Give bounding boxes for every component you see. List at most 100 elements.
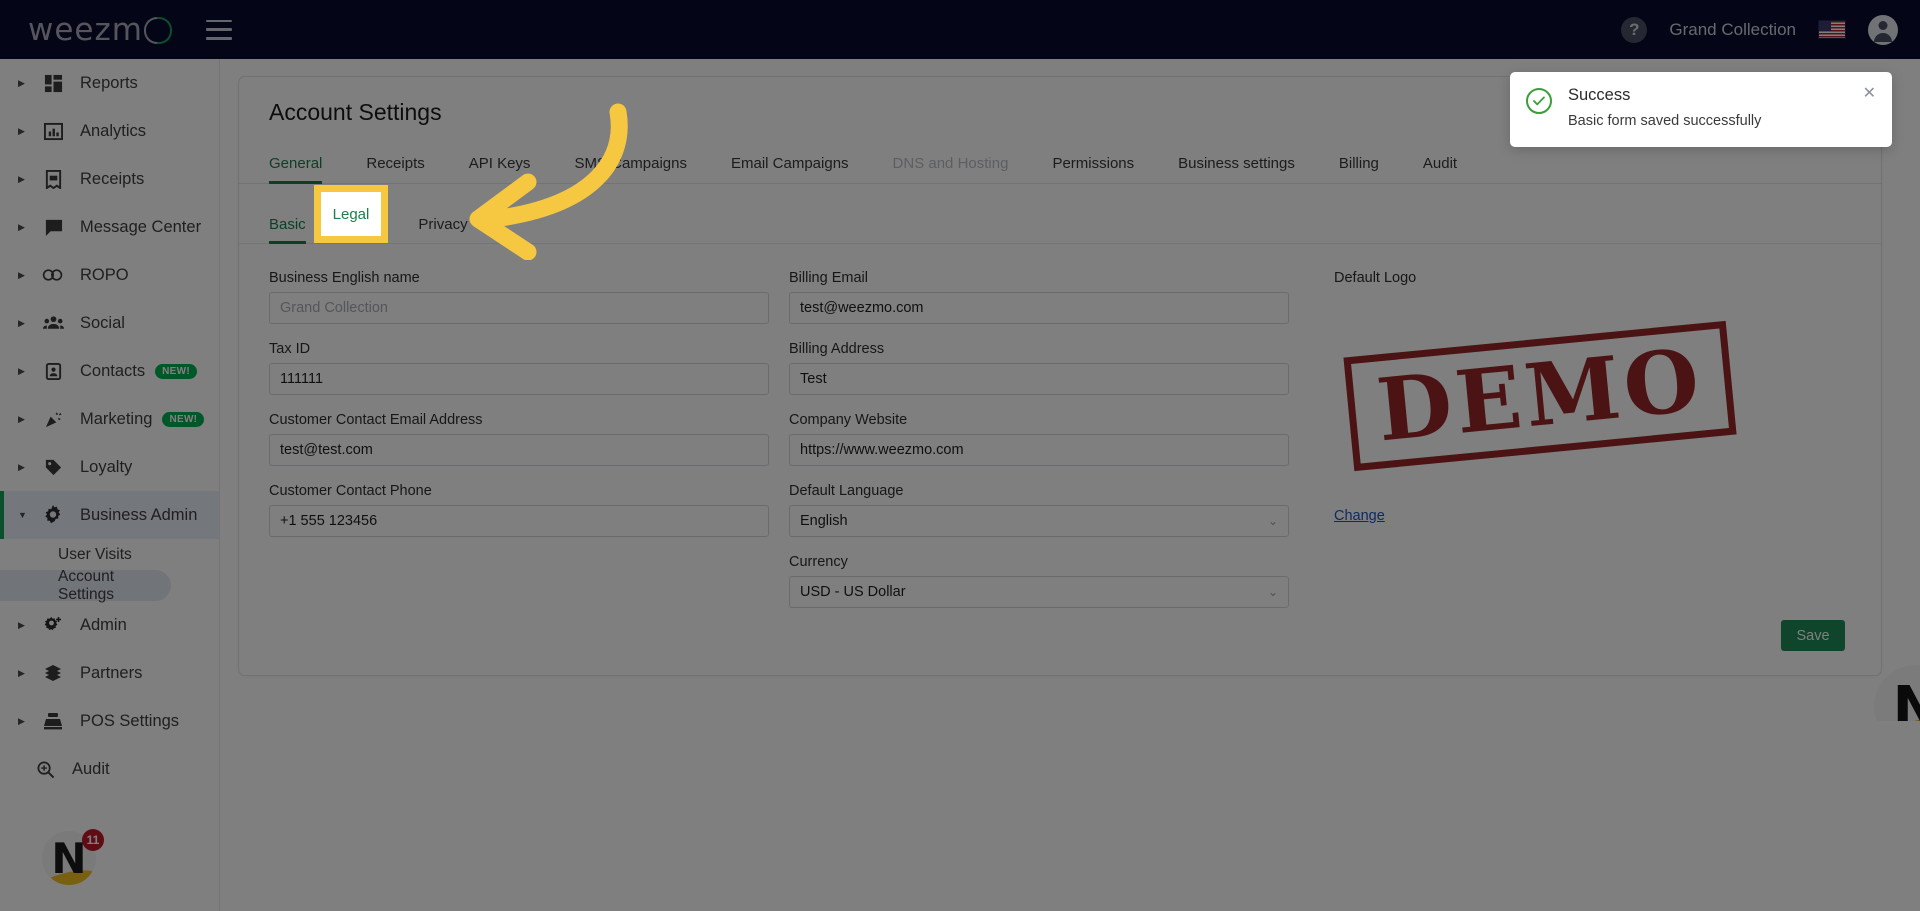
sidebar-item-message-center[interactable]: ▶ Message Center (0, 203, 219, 251)
main-content: Account Settings General Receipts API Ke… (220, 59, 1920, 911)
cash-register-icon (38, 710, 68, 732)
sidebar-item-label: Social (80, 313, 125, 332)
chevron-right-icon: ▶ (18, 173, 25, 184)
tab-email-campaigns[interactable]: Email Campaigns (731, 155, 849, 183)
help-icon[interactable]: ? (1621, 16, 1648, 43)
tab-billing[interactable]: Billing (1339, 155, 1379, 183)
chevron-down-icon: ⌄ (1267, 585, 1278, 599)
close-icon[interactable]: ✕ (1863, 86, 1876, 102)
subtab-privacy[interactable]: Privacy (418, 216, 467, 243)
chevron-right-icon: ▶ (18, 77, 25, 88)
chevron-right-icon: ▶ (18, 125, 25, 136)
sidebar-item-ropo[interactable]: ▶ ROPO (0, 251, 219, 299)
sidebar-item-contacts[interactable]: ▶ Contacts NEW! (0, 347, 219, 395)
chevron-right-icon: ▶ (18, 365, 25, 376)
sidebar-item-label: Message Center (80, 217, 202, 236)
contact-icon (38, 360, 68, 382)
new-badge: NEW! (162, 411, 205, 427)
default-logo-label: Default Logo (1334, 270, 1417, 286)
tab-sms-campaigns[interactable]: SMS Campaigns (574, 155, 687, 183)
sidebar-item-audit[interactable]: Audit (0, 745, 219, 793)
sidebar-item-label: Loyalty (80, 457, 133, 476)
sidebar-item-label: Business Admin (80, 505, 198, 524)
corner-logo-letter: N (1892, 674, 1920, 722)
sidebar-item-social[interactable]: ▶ Social (0, 299, 219, 347)
sidebar-item-label: Reports (80, 73, 138, 92)
billing-address-input[interactable] (789, 363, 1289, 395)
demo-stamp-text: DEMO (1343, 320, 1737, 472)
save-button[interactable]: Save (1781, 620, 1845, 651)
chevron-right-icon: ▶ (18, 619, 25, 630)
megaphone-icon (38, 408, 68, 430)
currency-select[interactable]: USD - US Dollar ⌄ (789, 576, 1289, 608)
field-label: Billing Address (789, 341, 885, 357)
corner-chat-widget[interactable]: N (1874, 665, 1920, 721)
tab-business-settings[interactable]: Business settings (1178, 155, 1295, 183)
general-subtabs: Basic Legal Privacy (239, 210, 1881, 244)
subtab-legal[interactable]: Legal (344, 216, 381, 243)
customer-contact-email-input[interactable] (269, 434, 769, 466)
default-language-select[interactable]: English ⌄ (789, 505, 1289, 537)
handshake-icon (38, 662, 68, 684)
billing-email-input[interactable] (789, 292, 1289, 324)
notification-widget[interactable]: N 11 (42, 829, 104, 889)
subtab-basic[interactable]: Basic (269, 216, 306, 244)
corner-widget-logo: N (1874, 665, 1920, 721)
sidebar-item-marketing[interactable]: ▶ Marketing NEW! (0, 395, 219, 443)
chevron-right-icon: ▶ (18, 317, 25, 328)
account-circle-icon[interactable] (1868, 14, 1898, 45)
sidebar-item-business-admin[interactable]: ▼ Business Admin (0, 491, 219, 539)
field-business-english-name: Business English name (269, 270, 769, 324)
change-logo-link[interactable]: Change (1334, 508, 1385, 524)
business-english-name-input[interactable] (269, 292, 769, 324)
customer-contact-phone-input[interactable] (269, 505, 769, 537)
sidebar-item-receipts[interactable]: ▶ Receipts (0, 155, 219, 203)
new-badge: NEW! (155, 363, 197, 379)
tab-receipts[interactable]: Receipts (366, 155, 424, 183)
sidebar-item-label: POS Settings (80, 711, 180, 730)
tab-api-keys[interactable]: API Keys (469, 155, 531, 183)
tab-permissions[interactable]: Permissions (1052, 155, 1134, 183)
field-billing-email: Billing Email (789, 270, 1289, 324)
hamburger-icon[interactable] (205, 19, 232, 40)
sidebar-item-loyalty[interactable]: ▶ Loyalty (0, 443, 219, 491)
sidebar-item-partners[interactable]: ▶ Partners (0, 649, 219, 697)
field-label: Customer Contact Email Address (269, 412, 483, 428)
tax-id-input[interactable] (269, 363, 769, 395)
gear-plus-icon (38, 614, 68, 636)
sidebar-item-label: Receipts (80, 169, 145, 188)
field-billing-address: Billing Address (789, 341, 1289, 395)
chevron-right-icon: ▶ (18, 269, 25, 280)
sidebar-subitem-user-visits[interactable]: User Visits (0, 539, 219, 570)
tab-dns-and-hosting: DNS and Hosting (892, 155, 1009, 172)
sidebar-item-admin[interactable]: ▶ Admin (0, 601, 219, 649)
us-flag-icon[interactable] (1818, 20, 1846, 39)
sidebar-item-label: Audit (72, 759, 110, 778)
toast-body: Success Basic form saved successfully (1568, 86, 1855, 129)
tab-audit[interactable]: Audit (1423, 155, 1457, 183)
chevron-right-icon: ▶ (18, 715, 25, 726)
sidebar-item-label: Admin (80, 615, 127, 634)
sidebar-subitem-account-settings[interactable]: Account Settings (0, 568, 171, 603)
chevron-down-icon: ▼ (18, 510, 27, 520)
weezmo-logo[interactable]: weezm (28, 12, 172, 48)
sidebar-item-reports[interactable]: ▶ Reports (0, 59, 219, 107)
tag-icon (38, 456, 68, 478)
bar-chart-icon (38, 120, 68, 142)
chat-icon (38, 216, 68, 238)
account-name[interactable]: Grand Collection (1669, 20, 1796, 40)
company-website-input[interactable] (789, 434, 1289, 466)
tab-general[interactable]: General (269, 155, 323, 184)
form-column-right: Billing Email Billing Address Company We… (789, 270, 1289, 625)
sidebar-item-analytics[interactable]: ▶ Analytics (0, 107, 219, 155)
gear-icon (38, 504, 68, 526)
account-settings-panel: Account Settings General Receipts API Ke… (238, 76, 1882, 676)
people-icon (38, 312, 68, 334)
toast-message: Basic form saved successfully (1568, 113, 1762, 129)
sidebar-item-pos-settings[interactable]: ▶ POS Settings (0, 697, 219, 745)
field-tax-id: Tax ID (269, 341, 769, 395)
field-customer-contact-email: Customer Contact Email Address (269, 412, 769, 466)
sidebar-item-label: Analytics (80, 121, 147, 140)
sidebar-subitem-label: User Visits (58, 545, 132, 563)
sidebar: ▶ Reports ▶ Analytics ▶ Receipts ▶ Messa… (0, 59, 220, 911)
